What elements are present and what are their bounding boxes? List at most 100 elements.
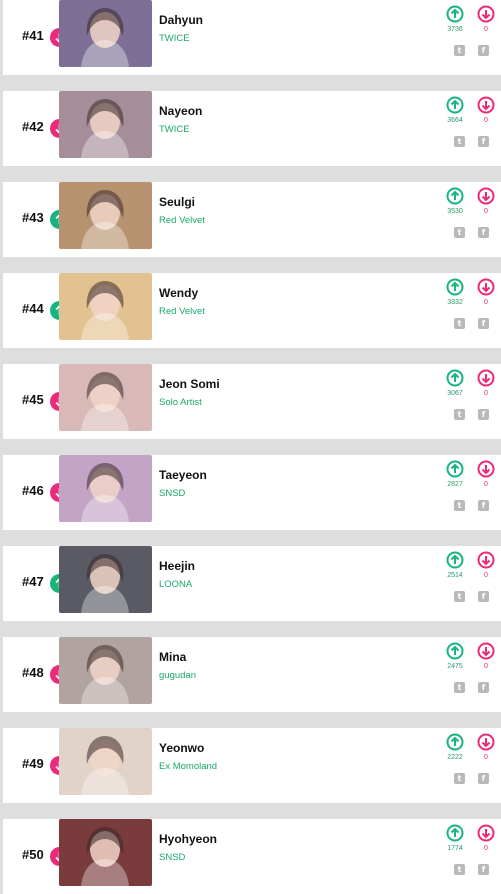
arrow-down-circle-icon [477, 551, 495, 573]
downvote-button[interactable] [477, 278, 495, 296]
arrow-up-circle-icon [446, 460, 464, 482]
idol-photo[interactable] [59, 182, 152, 249]
upvote-count: 2222 [447, 754, 463, 761]
group-name[interactable]: SNSD [159, 852, 185, 863]
facebook-share-button[interactable]: f [478, 682, 489, 693]
arrow-down-circle-icon [477, 369, 495, 391]
facebook-share-button[interactable]: f [478, 136, 489, 147]
downvote-button[interactable] [477, 460, 495, 478]
idol-photo[interactable] [59, 364, 152, 431]
facebook-icon: f [481, 683, 486, 692]
upvote-button[interactable] [446, 278, 464, 296]
twitter-share-button[interactable]: t [454, 591, 465, 602]
downvote-button[interactable] [477, 5, 495, 23]
downvote-count: 0 [484, 299, 488, 306]
downvote-button[interactable] [477, 187, 495, 205]
arrow-down-circle-icon [477, 96, 495, 118]
twitter-share-button[interactable]: t [454, 409, 465, 420]
facebook-share-button[interactable]: f [478, 864, 489, 875]
idol-photo[interactable] [59, 819, 152, 886]
downvote-button[interactable] [477, 824, 495, 842]
group-name[interactable]: gugudan [159, 670, 196, 681]
twitter-icon: t [457, 410, 462, 419]
idol-photo[interactable] [59, 455, 152, 522]
ranking-card: #46 Taeyeon SNSD 2827 0 t f [3, 455, 501, 530]
idol-name[interactable]: Dahyun [159, 13, 203, 27]
idol-photo[interactable] [59, 728, 152, 795]
group-name[interactable]: LOONA [159, 579, 192, 590]
upvote-count: 3067 [447, 390, 463, 397]
downvote-button[interactable] [477, 733, 495, 751]
rank-number: #48 [22, 665, 44, 680]
idol-name[interactable]: Hyohyeon [159, 832, 217, 846]
group-name[interactable]: Red Velvet [159, 306, 205, 317]
downvote-button[interactable] [477, 642, 495, 660]
downvote-count: 0 [484, 481, 488, 488]
upvote-count: 3530 [447, 208, 463, 215]
idol-photo[interactable] [59, 637, 152, 704]
upvote-button[interactable] [446, 369, 464, 387]
group-name[interactable]: SNSD [159, 488, 185, 499]
upvote-button[interactable] [446, 460, 464, 478]
twitter-share-button[interactable]: t [454, 227, 465, 238]
upvote-button[interactable] [446, 551, 464, 569]
twitter-share-button[interactable]: t [454, 45, 465, 56]
idol-name[interactable]: Mina [159, 650, 186, 664]
facebook-share-button[interactable]: f [478, 773, 489, 784]
idol-photo[interactable] [59, 273, 152, 340]
twitter-share-button[interactable]: t [454, 500, 465, 511]
twitter-share-button[interactable]: t [454, 136, 465, 147]
group-name[interactable]: TWICE [159, 33, 190, 44]
twitter-share-button[interactable]: t [454, 773, 465, 784]
rank-number: #44 [22, 301, 44, 316]
facebook-share-button[interactable]: f [478, 227, 489, 238]
idol-name[interactable]: Nayeon [159, 104, 202, 118]
idol-photo[interactable] [59, 91, 152, 158]
arrow-down-circle-icon [477, 5, 495, 27]
downvote-button[interactable] [477, 369, 495, 387]
downvote-button[interactable] [477, 551, 495, 569]
idol-name[interactable]: Jeon Somi [159, 377, 220, 391]
rank-number: #45 [22, 392, 44, 407]
upvote-button[interactable] [446, 824, 464, 842]
idol-name[interactable]: Wendy [159, 286, 198, 300]
group-name[interactable]: Ex Momoland [159, 761, 217, 772]
idol-name[interactable]: Seulgi [159, 195, 195, 209]
idol-photo[interactable] [59, 0, 152, 67]
downvote-count: 0 [484, 26, 488, 33]
facebook-share-button[interactable]: f [478, 591, 489, 602]
upvote-count: 1774 [447, 845, 463, 852]
facebook-share-button[interactable]: f [478, 500, 489, 511]
facebook-share-button[interactable]: f [478, 409, 489, 420]
upvote-button[interactable] [446, 642, 464, 660]
idol-name[interactable]: Taeyeon [159, 468, 207, 482]
ranking-card: #42 Nayeon TWICE 3664 0 t f [3, 91, 501, 166]
group-name[interactable]: TWICE [159, 124, 190, 135]
twitter-share-button[interactable]: t [454, 318, 465, 329]
facebook-share-button[interactable]: f [478, 45, 489, 56]
ranking-card: #45 Jeon Somi Solo Artist 3067 0 t f [3, 364, 501, 439]
downvote-count: 0 [484, 390, 488, 397]
twitter-icon: t [457, 865, 462, 874]
facebook-icon: f [481, 774, 486, 783]
idol-name[interactable]: Yeonwo [159, 741, 204, 755]
idol-photo[interactable] [59, 546, 152, 613]
facebook-icon: f [481, 46, 486, 55]
upvote-count: 2514 [447, 572, 463, 579]
arrow-down-circle-icon [477, 733, 495, 755]
upvote-count: 2475 [447, 663, 463, 670]
downvote-button[interactable] [477, 96, 495, 114]
upvote-button[interactable] [446, 187, 464, 205]
twitter-share-button[interactable]: t [454, 682, 465, 693]
group-name[interactable]: Red Velvet [159, 215, 205, 226]
upvote-button[interactable] [446, 5, 464, 23]
group-name[interactable]: Solo Artist [159, 397, 202, 408]
upvote-button[interactable] [446, 733, 464, 751]
twitter-icon: t [457, 228, 462, 237]
arrow-up-circle-icon [446, 278, 464, 300]
ranking-card: #49 Yeonwo Ex Momoland 2222 0 t f [3, 728, 501, 803]
idol-name[interactable]: Heejin [159, 559, 195, 573]
facebook-share-button[interactable]: f [478, 318, 489, 329]
upvote-button[interactable] [446, 96, 464, 114]
twitter-share-button[interactable]: t [454, 864, 465, 875]
